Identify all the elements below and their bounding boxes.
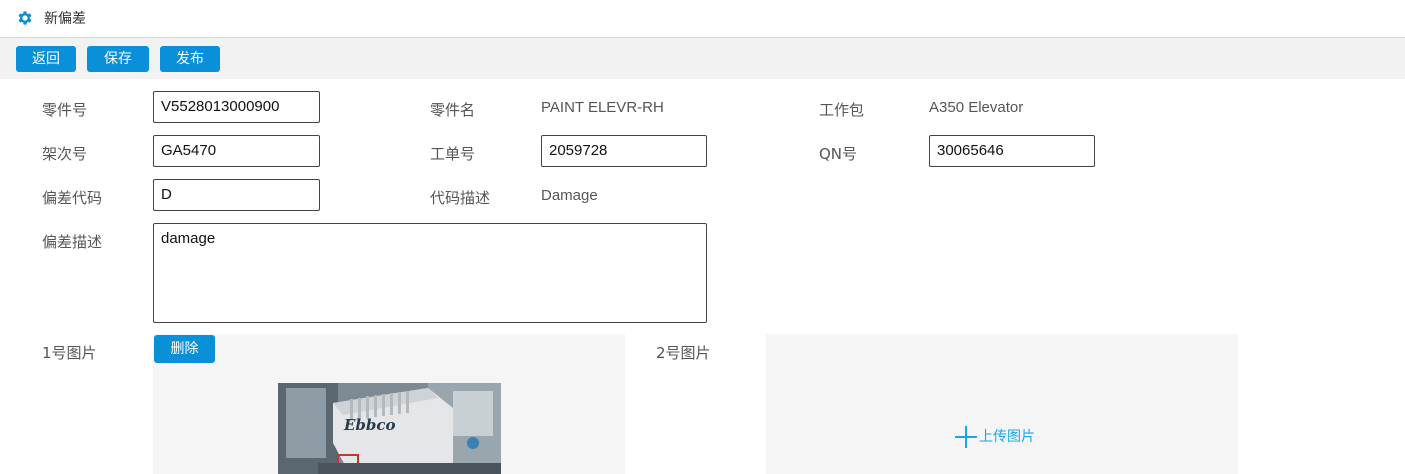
code-desc-label: 代码描述 <box>430 189 491 207</box>
work-package-label: 工作包 <box>819 101 865 119</box>
deviation-desc-textarea[interactable]: damage <box>153 223 707 323</box>
frame-no-input[interactable]: GA5470 <box>153 135 320 167</box>
gear-icon <box>18 11 32 25</box>
work-order-label: 工单号 <box>430 145 476 163</box>
page-title: 新偏差 <box>44 11 86 27</box>
image2-upload-area[interactable] <box>766 334 1238 474</box>
code-desc-value: Damage <box>541 187 598 204</box>
work-order-input[interactable]: 2059728 <box>541 135 707 167</box>
deviation-code-input[interactable]: D <box>153 179 320 211</box>
deviation-desc-label: 偏差描述 <box>42 233 103 251</box>
publish-button[interactable]: 发布 <box>160 46 220 72</box>
frame-no-label: 架次号 <box>42 145 88 163</box>
part-no-input[interactable]: V5528013000900 <box>153 91 320 123</box>
qn-input[interactable]: 30065646 <box>929 135 1095 167</box>
plus-icon <box>955 426 977 448</box>
upload-image-button[interactable]: 上传图片 <box>955 424 1035 450</box>
back-button[interactable]: 返回 <box>16 46 76 72</box>
deviation-code-label: 偏差代码 <box>42 189 103 207</box>
upload-label: 上传图片 <box>979 429 1035 445</box>
photo-graphic: Ebbco <box>278 383 501 474</box>
delete-image-button[interactable]: 删除 <box>154 335 215 363</box>
toolbar: 返回 保存 发布 <box>0 38 1405 79</box>
work-package-value: A350 Elevator <box>929 99 1024 116</box>
uploaded-photo[interactable]: Ebbco <box>278 383 501 474</box>
part-name-label: 零件名 <box>430 101 476 119</box>
title-bar: 新偏差 <box>0 0 1405 38</box>
image1-label: 1号图片 <box>42 344 97 362</box>
qn-label: QN号 <box>819 145 858 163</box>
image2-label: 2号图片 <box>656 344 711 362</box>
part-name-value: PAINT ELEVR-RH <box>541 99 664 116</box>
photo-brand-text: Ebbco <box>343 416 396 434</box>
save-button[interactable]: 保存 <box>87 46 149 72</box>
part-no-label: 零件号 <box>42 101 88 119</box>
